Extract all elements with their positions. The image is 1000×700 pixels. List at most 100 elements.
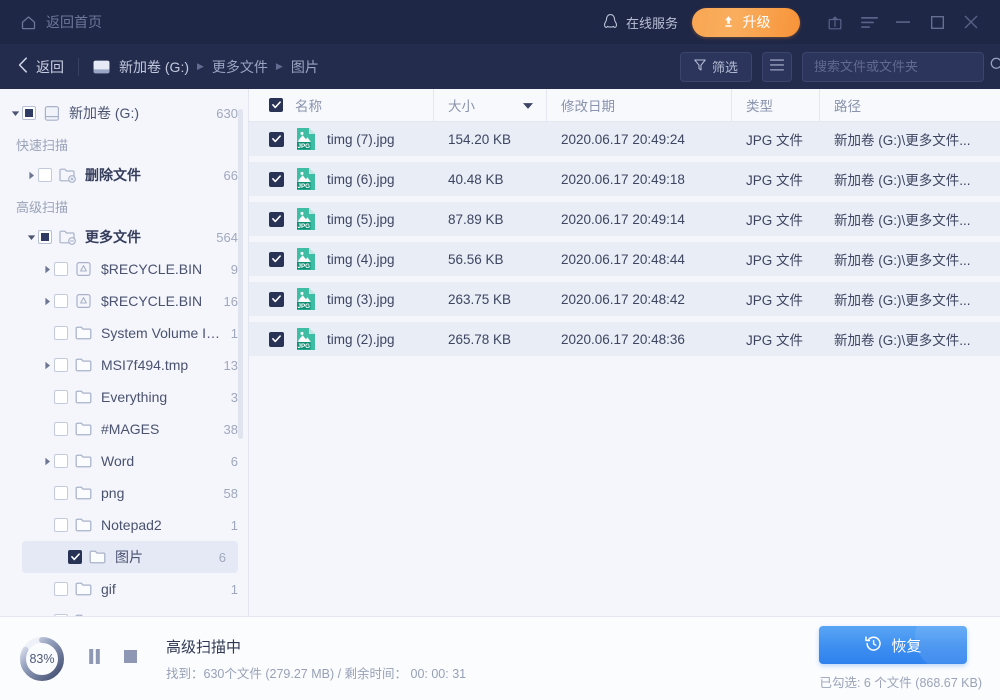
table-row[interactable]: JPGtimg (2).jpg265.78 KB2020.06.17 20:48…	[249, 322, 1000, 362]
caret-right-icon[interactable]	[40, 457, 54, 466]
row-checkbox[interactable]	[269, 252, 284, 267]
svg-text:JPG: JPG	[297, 343, 310, 350]
breadcrumb-item-0[interactable]: 新加卷 (G:)	[119, 57, 189, 77]
table-row[interactable]: JPGtimg (5).jpg87.89 KB2020.06.17 20:49:…	[249, 202, 1000, 242]
restore-clock-icon	[865, 635, 882, 656]
cell-path: 新加卷 (G:)\更多文件...	[820, 209, 1000, 229]
row-checkbox[interactable]	[269, 172, 284, 187]
stop-button[interactable]	[116, 645, 144, 673]
column-header-label: 类型	[746, 95, 773, 115]
tree-item-checkbox[interactable]	[54, 262, 68, 276]
tree-item-checkbox[interactable]	[68, 550, 82, 564]
tree-item-count: 6	[211, 550, 238, 565]
home-button[interactable]: 返回首页	[16, 7, 106, 37]
tree-item-jpg[interactable]: jpg39	[0, 605, 248, 616]
upgrade-label: 升级	[743, 12, 771, 32]
tree-item-checkbox[interactable]	[22, 106, 36, 120]
tree-item-checkbox[interactable]	[54, 422, 68, 436]
recycle-folder-icon	[75, 261, 93, 277]
status-bar: 83% 高级扫描中 找到：630个文件 (279.27 MB) / 剩余时间： …	[0, 616, 1000, 700]
tree-item-新加卷g[interactable]: 新加卷 (G:)630	[0, 97, 248, 129]
tree-item-label: gif	[101, 581, 116, 597]
tree-item-图片[interactable]: 图片6	[22, 541, 238, 573]
search-box[interactable]	[802, 52, 984, 82]
tree-item-checkbox[interactable]	[54, 294, 68, 308]
tree-item-notepad2[interactable]: Notepad21	[0, 509, 248, 541]
list-view-button[interactable]	[762, 52, 792, 82]
online-service-button[interactable]: 在线服务	[602, 13, 678, 32]
tree-section-label: 高级扫描	[0, 191, 248, 221]
svg-text:JPG: JPG	[297, 223, 310, 230]
list-view-icon	[770, 58, 784, 76]
tree-item-label: 新加卷 (G:)	[69, 103, 139, 123]
tree-item-checkbox[interactable]	[54, 390, 68, 404]
export-icon[interactable]	[818, 0, 852, 44]
row-checkbox[interactable]	[269, 132, 284, 147]
cell-path: 新加卷 (G:)\更多文件...	[820, 289, 1000, 309]
tree-item-label: #MAGES	[101, 421, 159, 437]
tree-item-删除文件[interactable]: 删除文件66	[0, 159, 248, 191]
search-input[interactable]	[814, 59, 990, 74]
online-service-label: 在线服务	[626, 13, 678, 32]
tree-item-everything[interactable]: Everything3	[0, 381, 248, 413]
tree-item-recyclebin[interactable]: $RECYCLE.BIN9	[0, 253, 248, 285]
caret-right-icon[interactable]	[40, 265, 54, 274]
column-header-size[interactable]: 大小	[434, 89, 547, 121]
tree-item-checkbox[interactable]	[54, 486, 68, 500]
caret-down-icon[interactable]	[8, 109, 22, 118]
table-row[interactable]: JPGtimg (6).jpg40.48 KB2020.06.17 20:49:…	[249, 162, 1000, 202]
table-row[interactable]: JPGtimg (4).jpg56.56 KB2020.06.17 20:48:…	[249, 242, 1000, 282]
table-row[interactable]: JPGtimg (3).jpg263.75 KB2020.06.17 20:48…	[249, 282, 1000, 322]
breadcrumb-item-2[interactable]: 图片	[291, 57, 319, 77]
column-header-date[interactable]: 修改日期	[547, 89, 732, 121]
tree-item-systemvolumeinf[interactable]: System Volume Inf..1	[0, 317, 248, 349]
search-icon[interactable]	[990, 57, 1000, 77]
tree-item-png[interactable]: png58	[0, 477, 248, 509]
caret-right-icon[interactable]	[40, 297, 54, 306]
tree-item-checkbox[interactable]	[54, 454, 68, 468]
table-row[interactable]: JPGtimg (7).jpg154.20 KB2020.06.17 20:49…	[249, 122, 1000, 162]
tree-item-checkbox[interactable]	[54, 582, 68, 596]
tree-item-count: 16	[216, 294, 238, 309]
tree-item-checkbox[interactable]	[38, 230, 52, 244]
row-checkbox[interactable]	[269, 332, 284, 347]
column-header-type[interactable]: 类型	[732, 89, 820, 121]
column-header-name[interactable]: 名称	[249, 89, 434, 121]
folder-icon	[75, 325, 93, 341]
tree-item-msi7f494tmp[interactable]: MSI7f494.tmp13	[0, 349, 248, 381]
tree-item-recyclebin[interactable]: $RECYCLE.BIN16	[0, 285, 248, 317]
file-list-panel: 名称大小修改日期类型 路径 JPGtimg (7).jpg154.20 KB202…	[249, 89, 1000, 616]
tree-item-gif[interactable]: gif1	[0, 573, 248, 605]
maximize-icon[interactable]	[920, 0, 954, 44]
breadcrumb-item-1[interactable]: 更多文件	[212, 57, 268, 77]
back-button[interactable]: 返回	[18, 57, 64, 77]
caret-down-icon[interactable]	[24, 233, 38, 242]
file-name-label: timg (5).jpg	[327, 212, 395, 227]
tree-item-label: System Volume Inf..	[101, 325, 223, 341]
tree-item-mages[interactable]: #MAGES38	[0, 413, 248, 445]
column-header-path[interactable]: 路径	[820, 89, 1000, 121]
upgrade-button[interactable]: 升级	[692, 8, 800, 37]
filter-button[interactable]: 筛选	[680, 52, 752, 82]
close-icon[interactable]	[954, 0, 988, 44]
caret-right-icon[interactable]	[24, 171, 38, 180]
restore-button[interactable]: 恢复	[819, 626, 967, 664]
select-all-checkbox[interactable]	[269, 98, 283, 112]
tree-item-checkbox[interactable]	[54, 518, 68, 532]
sidebar-scrollbar[interactable]	[238, 109, 243, 439]
row-checkbox[interactable]	[269, 292, 284, 307]
pause-button[interactable]	[80, 645, 108, 673]
sort-descending-icon[interactable]	[523, 98, 533, 113]
tree-item-checkbox[interactable]	[38, 168, 52, 182]
tree-item-更多文件[interactable]: 更多文件564	[0, 221, 248, 253]
tree-item-checkbox[interactable]	[54, 358, 68, 372]
folder-icon	[75, 389, 93, 405]
jpg-file-icon: JPG	[296, 207, 316, 231]
back-label: 返回	[36, 57, 64, 77]
tree-item-checkbox[interactable]	[54, 326, 68, 340]
menu-icon[interactable]	[852, 0, 886, 44]
caret-right-icon[interactable]	[40, 361, 54, 370]
row-checkbox[interactable]	[269, 212, 284, 227]
minimize-icon[interactable]	[886, 0, 920, 44]
tree-item-word[interactable]: Word6	[0, 445, 248, 477]
